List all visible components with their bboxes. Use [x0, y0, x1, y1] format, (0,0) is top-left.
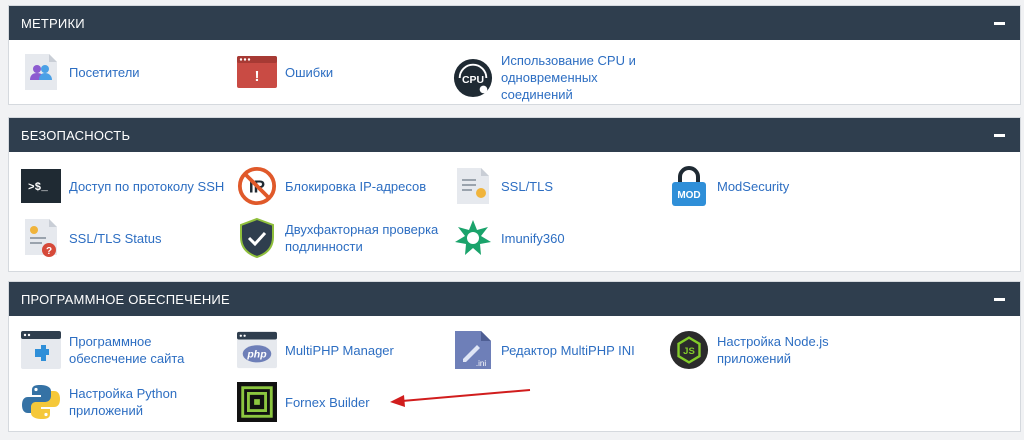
- two-factor-shield-icon: [237, 217, 277, 259]
- modsecurity-label: ModSecurity: [717, 178, 790, 194]
- multiphp-manager-label: MultiPHP Manager: [285, 342, 394, 358]
- nodejs-app-link[interactable]: JS Настройка Node.js приложений: [669, 330, 837, 370]
- python-icon: [21, 382, 61, 422]
- svg-text:MOD: MOD: [677, 190, 700, 201]
- ip-blocker-label: Блокировка IP-адресов: [285, 178, 427, 194]
- svg-text:.ini: .ini: [476, 359, 486, 368]
- fornex-builder-link[interactable]: Fornex Builder: [237, 382, 370, 422]
- svg-text:>$_: >$_: [28, 182, 48, 194]
- two-factor-auth-link[interactable]: Двухфакторная проверка подлинности: [237, 217, 445, 259]
- ip-blocker-link[interactable]: IP Блокировка IP-адресов: [237, 166, 426, 206]
- metrics-panel-title: МЕТРИКИ: [21, 15, 85, 31]
- multiphp-ini-editor-link[interactable]: .ini Редактор MultiPHP INI: [453, 330, 635, 370]
- imunify360-link[interactable]: Imunify360: [453, 218, 565, 258]
- collapse-icon[interactable]: [994, 129, 1006, 141]
- svg-text:JS: JS: [683, 346, 695, 357]
- site-software-label: Программное обеспечение сайта: [69, 334, 185, 366]
- software-panel-title: ПРОГРАММНОЕ ОБЕСПЕЧЕНИЕ: [21, 291, 230, 307]
- svg-text:CPU: CPU: [462, 74, 484, 85]
- errors-link[interactable]: ! Ошибки: [237, 52, 333, 92]
- metrics-panel-header[interactable]: МЕТРИКИ: [9, 6, 1020, 40]
- ssl-tls-label: SSL/TLS: [501, 178, 554, 194]
- modsecurity-link[interactable]: MOD ModSecurity: [669, 166, 789, 206]
- cpu-usage-link[interactable]: CPU Использование CPU и одновременных со…: [453, 52, 671, 103]
- python-app-link[interactable]: Настройка Python приложений: [21, 382, 189, 422]
- ssh-access-link[interactable]: >$_ Доступ по протоколу SSH: [21, 166, 224, 206]
- multiphp-manager-link[interactable]: php MultiPHP Manager: [237, 330, 394, 370]
- ssl-certificate-icon: [453, 166, 493, 206]
- ssl-status-icon: ?: [21, 218, 61, 258]
- fornex-builder-label: Fornex Builder: [285, 394, 370, 410]
- collapse-icon[interactable]: [994, 293, 1006, 305]
- modsecurity-lock-icon: MOD: [669, 166, 709, 206]
- ssl-tls-link[interactable]: SSL/TLS: [453, 166, 553, 206]
- site-software-icon: [21, 330, 61, 370]
- cpu-usage-label: Использование CPU и одновременных соедин…: [501, 53, 636, 102]
- errors-icon: !: [237, 52, 277, 92]
- visitors-label: Посетители: [69, 64, 140, 80]
- multiphp-ini-editor-label: Редактор MultiPHP INI: [501, 342, 635, 358]
- ini-file-icon: .ini: [453, 330, 493, 370]
- python-app-label: Настройка Python приложений: [69, 386, 178, 418]
- ssl-tls-status-link[interactable]: ? SSL/TLS Status: [21, 218, 162, 258]
- svg-text:php: php: [246, 350, 267, 361]
- visitors-icon: [21, 52, 61, 92]
- ip-block-icon: IP: [237, 166, 277, 206]
- software-panel-header[interactable]: ПРОГРАММНОЕ ОБЕСПЕЧЕНИЕ: [9, 282, 1020, 316]
- cpu-icon: CPU: [453, 58, 493, 98]
- svg-text:?: ?: [46, 246, 52, 257]
- metrics-panel: МЕТРИКИ Посетители ! Ошибки CPU Использо…: [8, 5, 1021, 105]
- nodejs-app-label: Настройка Node.js приложений: [717, 334, 829, 366]
- security-panel: БЕЗОПАСНОСТЬ >$_ Доступ по протоколу SSH…: [8, 117, 1021, 272]
- errors-label: Ошибки: [285, 64, 334, 80]
- two-factor-auth-label: Двухфакторная проверка подлинности: [285, 222, 439, 254]
- nodejs-icon: JS: [669, 330, 709, 370]
- ssh-terminal-icon: >$_: [21, 166, 61, 206]
- imunify360-icon: [453, 218, 493, 258]
- software-panel: ПРОГРАММНОЕ ОБЕСПЕЧЕНИЕ Программное обес…: [8, 281, 1021, 432]
- ssl-tls-status-label: SSL/TLS Status: [69, 230, 162, 246]
- fornex-builder-icon: [237, 382, 277, 422]
- php-icon: php: [237, 330, 277, 370]
- visitors-link[interactable]: Посетители: [21, 52, 140, 92]
- security-panel-title: БЕЗОПАСНОСТЬ: [21, 127, 131, 143]
- security-panel-header[interactable]: БЕЗОПАСНОСТЬ: [9, 118, 1020, 152]
- imunify360-label: Imunify360: [501, 230, 565, 246]
- collapse-icon[interactable]: [994, 17, 1006, 29]
- ssh-access-label: Доступ по протоколу SSH: [69, 178, 225, 194]
- site-software-link[interactable]: Программное обеспечение сайта: [21, 330, 229, 370]
- svg-text:!: !: [255, 68, 260, 85]
